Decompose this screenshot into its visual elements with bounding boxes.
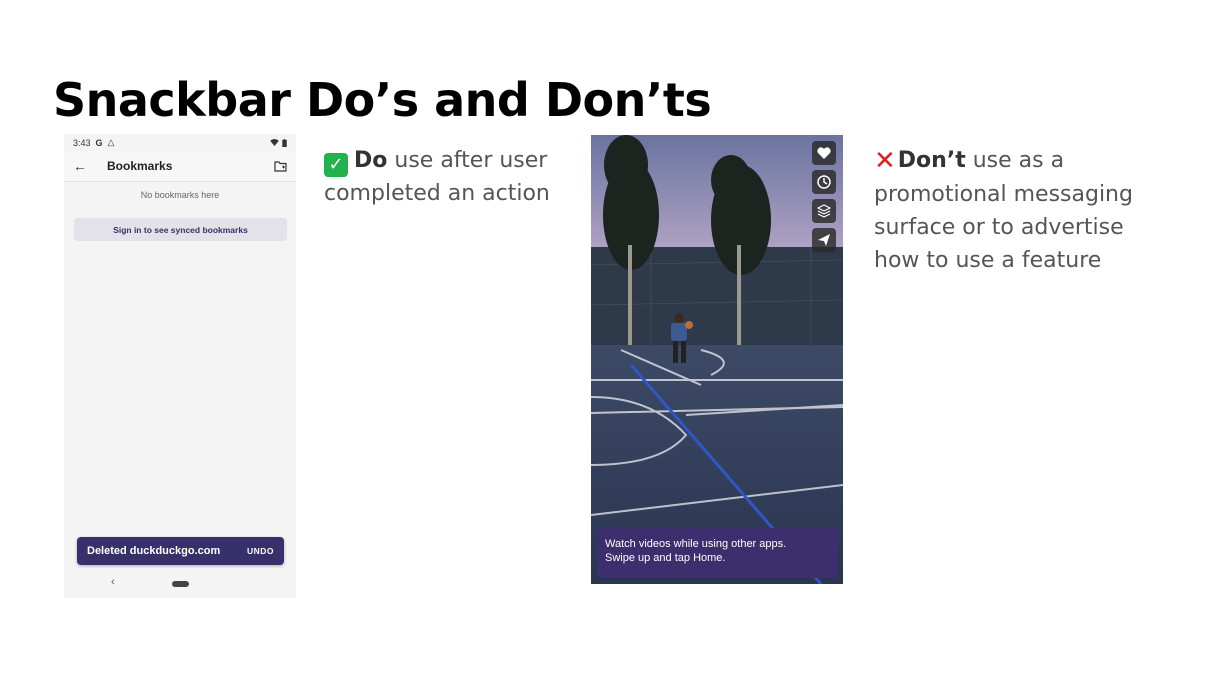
phone-do-example: 3:43 G △ ← Bookmarks No bookmarks here S… [64,134,296,598]
dont-lead: Don’t [897,148,966,173]
layers-icon[interactable] [812,199,836,223]
snackbar-undo-button[interactable]: UNDO [247,546,274,556]
empty-bookmarks-message: No bookmarks here [140,190,220,200]
video-side-actions [812,141,836,252]
basketball-court-image [591,135,843,584]
dont-guideline: ✕Don’t use as a promotional messaging su… [874,144,1174,277]
video-dont-example: Watch videos while using other apps. Swi… [591,135,843,584]
promo-line-2: Swipe up and tap Home. [605,552,726,564]
home-pill-icon[interactable] [172,581,189,587]
system-nav-bar: ‹ [64,576,296,592]
status-bar: 3:43 G △ [64,134,296,151]
alert-icon: △ [107,137,115,147]
checkmark-icon: ✓ [324,153,348,177]
do-guideline: ✓ Do use after user completed an action [324,144,554,210]
folder-icon[interactable] [274,160,287,172]
cross-icon: ✕ [874,146,896,176]
promo-line-1: Watch videos while using other apps. [605,538,787,550]
nav-back-icon[interactable]: ‹ [111,576,115,588]
send-icon[interactable] [812,228,836,252]
slide-title: Snackbar Do’s and Don’ts [53,73,712,127]
promo-snackbar: Watch videos while using other apps. Swi… [597,528,838,578]
snackbar-message: Deleted duckduckgo.com [87,545,221,557]
battery-icon [282,138,287,147]
back-arrow-icon[interactable]: ← [73,158,93,174]
wifi-icon [270,139,279,146]
google-icon: G [95,137,103,148]
clock-icon[interactable] [812,170,836,194]
status-time: 3:43 [73,137,91,148]
snackbar: Deleted duckduckgo.com UNDO [77,537,284,565]
heart-icon[interactable] [812,141,836,165]
app-bar: ← Bookmarks [64,151,296,182]
appbar-title: Bookmarks [107,159,173,173]
do-lead: Do [354,148,388,173]
signin-synced-bookmarks-button[interactable]: Sign in to see synced bookmarks [74,218,287,241]
